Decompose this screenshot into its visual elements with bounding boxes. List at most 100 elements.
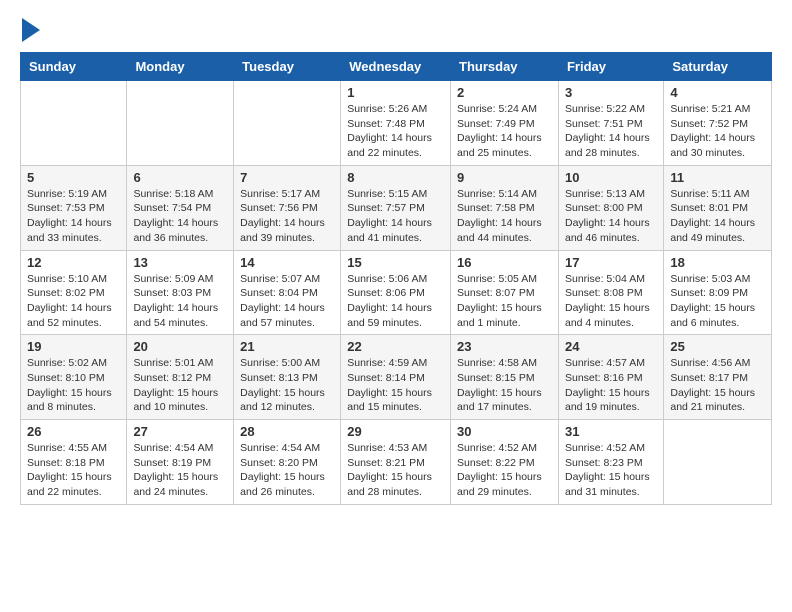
day-info: Sunrise: 5:15 AM Sunset: 7:57 PM Dayligh… (347, 187, 444, 246)
day-number: 13 (133, 255, 227, 270)
day-cell (234, 81, 341, 166)
day-number: 22 (347, 339, 444, 354)
day-cell (21, 81, 127, 166)
day-number: 7 (240, 170, 334, 185)
day-number: 14 (240, 255, 334, 270)
day-cell: 27 Sunrise: 4:54 AM Sunset: 8:19 PM Dayli… (127, 420, 234, 505)
day-info: Sunrise: 4:57 AM Sunset: 8:16 PM Dayligh… (565, 356, 657, 415)
day-cell: 19 Sunrise: 5:02 AM Sunset: 8:10 PM Dayli… (21, 335, 127, 420)
day-info: Sunrise: 4:54 AM Sunset: 8:19 PM Dayligh… (133, 441, 227, 500)
day-number: 26 (27, 424, 120, 439)
day-info: Sunrise: 5:05 AM Sunset: 8:07 PM Dayligh… (457, 272, 552, 331)
logo-arrow-icon (22, 18, 40, 42)
day-cell: 3 Sunrise: 5:22 AM Sunset: 7:51 PM Daylig… (558, 81, 663, 166)
day-number: 24 (565, 339, 657, 354)
day-cell: 4 Sunrise: 5:21 AM Sunset: 7:52 PM Daylig… (664, 81, 772, 166)
day-number: 5 (27, 170, 120, 185)
column-header-sunday: Sunday (21, 53, 127, 81)
day-number: 21 (240, 339, 334, 354)
day-info: Sunrise: 5:07 AM Sunset: 8:04 PM Dayligh… (240, 272, 334, 331)
day-number: 6 (133, 170, 227, 185)
day-cell: 9 Sunrise: 5:14 AM Sunset: 7:58 PM Daylig… (451, 165, 559, 250)
column-header-wednesday: Wednesday (341, 53, 451, 81)
day-cell: 16 Sunrise: 5:05 AM Sunset: 8:07 PM Dayli… (451, 250, 559, 335)
calendar: SundayMondayTuesdayWednesdayThursdayFrid… (20, 52, 772, 505)
column-header-thursday: Thursday (451, 53, 559, 81)
day-number: 28 (240, 424, 334, 439)
day-number: 10 (565, 170, 657, 185)
day-cell: 17 Sunrise: 5:04 AM Sunset: 8:08 PM Dayli… (558, 250, 663, 335)
week-row-4: 19 Sunrise: 5:02 AM Sunset: 8:10 PM Dayli… (21, 335, 772, 420)
day-number: 1 (347, 85, 444, 100)
day-info: Sunrise: 4:55 AM Sunset: 8:18 PM Dayligh… (27, 441, 120, 500)
day-cell: 11 Sunrise: 5:11 AM Sunset: 8:01 PM Dayli… (664, 165, 772, 250)
column-header-friday: Friday (558, 53, 663, 81)
day-info: Sunrise: 4:53 AM Sunset: 8:21 PM Dayligh… (347, 441, 444, 500)
day-number: 20 (133, 339, 227, 354)
day-info: Sunrise: 5:26 AM Sunset: 7:48 PM Dayligh… (347, 102, 444, 161)
week-row-3: 12Sunrise: 5:10 AM Sunset: 8:02 PM Dayli… (21, 250, 772, 335)
day-number: 3 (565, 85, 657, 100)
logo (20, 20, 40, 42)
day-cell: 25Sunrise: 4:56 AM Sunset: 8:17 PM Dayli… (664, 335, 772, 420)
day-number: 4 (670, 85, 765, 100)
day-info: Sunrise: 4:58 AM Sunset: 8:15 PM Dayligh… (457, 356, 552, 415)
day-number: 23 (457, 339, 552, 354)
day-cell: 8Sunrise: 5:15 AM Sunset: 7:57 PM Daylig… (341, 165, 451, 250)
day-cell: 13Sunrise: 5:09 AM Sunset: 8:03 PM Dayli… (127, 250, 234, 335)
day-info: Sunrise: 5:19 AM Sunset: 7:53 PM Dayligh… (27, 187, 120, 246)
day-info: Sunrise: 5:11 AM Sunset: 8:01 PM Dayligh… (670, 187, 765, 246)
day-number: 27 (133, 424, 227, 439)
day-cell (664, 420, 772, 505)
week-row-2: 5 Sunrise: 5:19 AM Sunset: 7:53 PM Daylig… (21, 165, 772, 250)
day-cell (127, 81, 234, 166)
day-number: 18 (670, 255, 765, 270)
day-number: 19 (27, 339, 120, 354)
day-info: Sunrise: 5:04 AM Sunset: 8:08 PM Dayligh… (565, 272, 657, 331)
day-info: Sunrise: 5:17 AM Sunset: 7:56 PM Dayligh… (240, 187, 334, 246)
day-cell: 1 Sunrise: 5:26 AM Sunset: 7:48 PM Daylig… (341, 81, 451, 166)
day-cell: 28 Sunrise: 4:54 AM Sunset: 8:20 PM Dayli… (234, 420, 341, 505)
day-info: Sunrise: 5:00 AM Sunset: 8:13 PM Dayligh… (240, 356, 334, 415)
day-number: 11 (670, 170, 765, 185)
day-info: Sunrise: 5:24 AM Sunset: 7:49 PM Dayligh… (457, 102, 552, 161)
day-cell: 20 Sunrise: 5:01 AM Sunset: 8:12 PM Dayli… (127, 335, 234, 420)
day-cell: 5 Sunrise: 5:19 AM Sunset: 7:53 PM Daylig… (21, 165, 127, 250)
day-info: Sunrise: 5:06 AM Sunset: 8:06 PM Dayligh… (347, 272, 444, 331)
day-info: Sunrise: 4:52 AM Sunset: 8:22 PM Dayligh… (457, 441, 552, 500)
day-cell: 14 Sunrise: 5:07 AM Sunset: 8:04 PM Dayli… (234, 250, 341, 335)
day-info: Sunrise: 4:52 AM Sunset: 8:23 PM Dayligh… (565, 441, 657, 500)
day-info: Sunrise: 4:59 AM Sunset: 8:14 PM Dayligh… (347, 356, 444, 415)
day-number: 2 (457, 85, 552, 100)
day-cell: 7 Sunrise: 5:17 AM Sunset: 7:56 PM Daylig… (234, 165, 341, 250)
week-row-1: 1 Sunrise: 5:26 AM Sunset: 7:48 PM Daylig… (21, 81, 772, 166)
day-cell: 26 Sunrise: 4:55 AM Sunset: 8:18 PM Dayli… (21, 420, 127, 505)
day-info: Sunrise: 5:14 AM Sunset: 7:58 PM Dayligh… (457, 187, 552, 246)
day-info: Sunrise: 5:21 AM Sunset: 7:52 PM Dayligh… (670, 102, 765, 161)
day-info: Sunrise: 5:13 AM Sunset: 8:00 PM Dayligh… (565, 187, 657, 246)
day-number: 15 (347, 255, 444, 270)
day-number: 30 (457, 424, 552, 439)
header (20, 20, 772, 42)
day-cell: 6Sunrise: 5:18 AM Sunset: 7:54 PM Daylig… (127, 165, 234, 250)
day-info: Sunrise: 4:56 AM Sunset: 8:17 PM Dayligh… (670, 356, 765, 415)
day-cell: 23 Sunrise: 4:58 AM Sunset: 8:15 PM Dayli… (451, 335, 559, 420)
day-cell: 18 Sunrise: 5:03 AM Sunset: 8:09 PM Dayli… (664, 250, 772, 335)
day-cell: 21 Sunrise: 5:00 AM Sunset: 8:13 PM Dayli… (234, 335, 341, 420)
day-info: Sunrise: 5:01 AM Sunset: 8:12 PM Dayligh… (133, 356, 227, 415)
day-number: 12 (27, 255, 120, 270)
column-header-monday: Monday (127, 53, 234, 81)
day-cell: 24 Sunrise: 4:57 AM Sunset: 8:16 PM Dayli… (558, 335, 663, 420)
day-info: Sunrise: 4:54 AM Sunset: 8:20 PM Dayligh… (240, 441, 334, 500)
day-cell: 10 Sunrise: 5:13 AM Sunset: 8:00 PM Dayli… (558, 165, 663, 250)
day-cell: 30 Sunrise: 4:52 AM Sunset: 8:22 PM Dayli… (451, 420, 559, 505)
day-number: 9 (457, 170, 552, 185)
day-info: Sunrise: 5:03 AM Sunset: 8:09 PM Dayligh… (670, 272, 765, 331)
day-info: Sunrise: 5:02 AM Sunset: 8:10 PM Dayligh… (27, 356, 120, 415)
day-number: 31 (565, 424, 657, 439)
column-header-saturday: Saturday (664, 53, 772, 81)
calendar-header-row: SundayMondayTuesdayWednesdayThursdayFrid… (21, 53, 772, 81)
day-number: 17 (565, 255, 657, 270)
day-number: 16 (457, 255, 552, 270)
day-info: Sunrise: 5:22 AM Sunset: 7:51 PM Dayligh… (565, 102, 657, 161)
